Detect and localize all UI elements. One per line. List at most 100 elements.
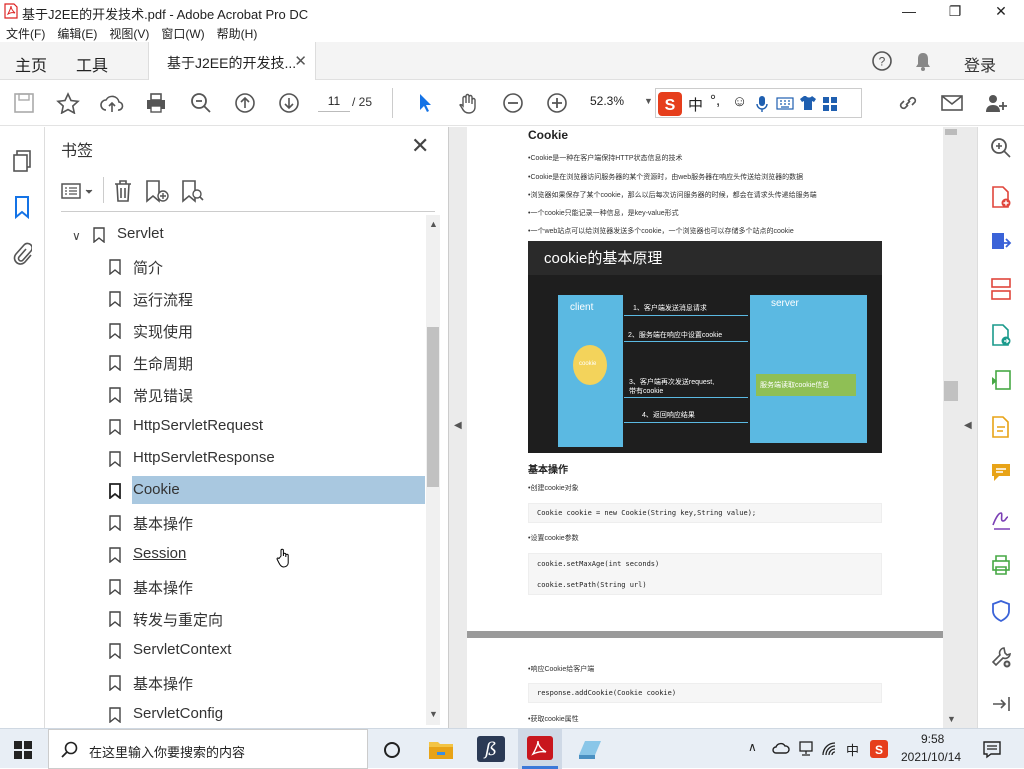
page-thumbnails-icon[interactable] — [11, 149, 33, 173]
menu-edit[interactable]: 编辑(E) — [51, 22, 103, 42]
menu-window[interactable]: 窗口(W) — [155, 22, 210, 42]
network-icon[interactable] — [798, 741, 814, 757]
close-window-button[interactable]: ✕ — [978, 0, 1024, 22]
scroll-up-icon[interactable] — [945, 129, 957, 135]
panel-splitter[interactable]: ◀ — [449, 127, 467, 728]
scrollbar-thumb[interactable] — [427, 327, 439, 487]
help-icon[interactable]: ? — [871, 50, 893, 72]
expand-tools-icon[interactable]: ◀ — [964, 420, 972, 431]
bookmarks-scrollbar[interactable]: ▲ ▼ — [426, 215, 440, 725]
print-production-icon[interactable] — [990, 553, 1012, 577]
bookmark-item[interactable]: 基本操作 — [109, 575, 429, 599]
scroll-down-icon[interactable]: ▼ — [947, 714, 956, 724]
add-user-icon[interactable] — [984, 92, 1008, 114]
bookmark-item[interactable]: ServletContext — [109, 639, 429, 663]
ime-toolbox-grid-icon[interactable] — [822, 96, 838, 112]
tray-expand-icon[interactable]: ∧ — [748, 740, 757, 754]
bookmark-item-hovered[interactable]: Session — [109, 543, 429, 567]
mail-icon[interactable] — [940, 92, 964, 114]
ime-emoji-icon[interactable]: ☺ — [732, 93, 747, 110]
tab-document[interactable]: 基于J2EE的开发技... ✕ — [148, 42, 316, 80]
notification-center-icon[interactable] — [982, 739, 1002, 759]
send-file-icon[interactable] — [990, 323, 1012, 347]
page-number-input[interactable]: 11 — [318, 94, 350, 112]
bookmark-item[interactable]: 转发与重定向 — [109, 607, 429, 631]
previous-page-icon[interactable] — [233, 92, 257, 114]
create-pdf-icon[interactable] — [990, 185, 1012, 209]
next-page-icon[interactable] — [277, 92, 301, 114]
collapse-right-panel-icon[interactable] — [990, 693, 1012, 715]
onedrive-cloud-icon[interactable] — [772, 741, 790, 755]
menu-help[interactable]: 帮助(H) — [211, 22, 264, 42]
document-scrollbar[interactable]: ▼ — [943, 127, 959, 728]
ime-microphone-icon[interactable] — [756, 95, 768, 113]
ime-punctuation-icon[interactable]: °, — [710, 92, 720, 109]
export-pdf-icon[interactable] — [990, 231, 1012, 255]
bookmark-item-selected[interactable]: Cookie — [109, 476, 429, 504]
clock-time[interactable]: 9:58 — [921, 732, 944, 746]
ime-chinese-mode[interactable]: 中 — [688, 94, 703, 115]
sogou-tray-icon[interactable]: S — [870, 740, 888, 758]
print-icon[interactable] — [144, 92, 168, 114]
close-panel-icon[interactable]: ✕ — [411, 133, 429, 159]
taskbar-search-box[interactable]: 在这里输入你要搜索的内容 — [48, 729, 368, 769]
bookmark-item[interactable]: 运行流程 — [109, 287, 429, 311]
eclipse-app-icon[interactable]: ß — [476, 735, 506, 763]
tab-home[interactable]: 主页 — [15, 52, 47, 76]
bookmark-item[interactable]: HttpServletResponse — [109, 447, 429, 471]
restore-button[interactable]: ❐ — [932, 0, 978, 22]
bookmark-item[interactable]: 基本操作 — [109, 511, 429, 535]
ime-mode-indicator[interactable]: 中 — [846, 740, 859, 759]
zoom-out-icon[interactable] — [501, 92, 525, 114]
collapse-chevron-icon[interactable]: ∨ — [72, 229, 81, 243]
right-splitter[interactable]: ◀ — [959, 127, 977, 728]
compress-pdf-icon[interactable] — [990, 369, 1012, 393]
bookmark-item-servlet[interactable]: Servlet — [93, 223, 413, 247]
zoom-dropdown-icon[interactable]: ▼ — [644, 96, 653, 106]
bookmark-item[interactable]: 简介 — [109, 255, 429, 279]
bookmark-item[interactable]: ServletConfig — [109, 703, 429, 727]
more-tools-icon[interactable] — [990, 645, 1012, 669]
tab-tools[interactable]: 工具 — [76, 52, 108, 76]
star-icon[interactable] — [56, 92, 80, 115]
edit-pdf-icon[interactable] — [990, 415, 1012, 439]
close-tab-icon[interactable]: ✕ — [294, 52, 307, 70]
new-bookmark-icon[interactable] — [144, 179, 170, 203]
bookmark-item[interactable]: HttpServletRequest — [109, 415, 429, 439]
menu-view[interactable]: 视图(V) — [103, 22, 155, 42]
windows-start-icon[interactable] — [14, 741, 32, 759]
protect-shield-icon[interactable] — [990, 599, 1012, 623]
app-taskbar-icon[interactable] — [576, 737, 604, 761]
scroll-down-icon[interactable]: ▼ — [429, 709, 438, 719]
bookmark-item[interactable]: 基本操作 — [109, 671, 429, 695]
login-button[interactable]: 登录 — [964, 52, 996, 76]
ime-toolbar[interactable]: S 中 °, ☺ — [655, 88, 862, 118]
save-icon[interactable] — [12, 92, 36, 114]
clock-date[interactable]: 2021/10/14 — [901, 750, 961, 764]
ime-keyboard-icon[interactable] — [776, 97, 794, 110]
acrobat-taskbar-button-active[interactable] — [518, 729, 562, 769]
menu-file[interactable]: 文件(F) — [0, 22, 51, 42]
bell-icon[interactable] — [913, 50, 933, 72]
attachments-icon[interactable] — [12, 241, 32, 265]
hand-tool-icon[interactable] — [457, 92, 481, 114]
collapse-panel-icon[interactable]: ◀ — [454, 420, 462, 431]
comment-icon[interactable] — [990, 461, 1012, 483]
select-cursor-icon[interactable] — [413, 92, 437, 114]
sign-icon[interactable] — [990, 507, 1012, 531]
zoom-out-magnifier-icon[interactable] — [189, 92, 213, 114]
find-bookmark-icon[interactable] — [180, 179, 206, 203]
ime-skin-shirt-icon[interactable] — [799, 95, 817, 111]
zoom-level-select[interactable]: 52.3% — [590, 94, 634, 112]
task-view-icon[interactable] — [383, 741, 401, 759]
organize-pages-icon[interactable] — [990, 277, 1012, 301]
scroll-up-icon[interactable]: ▲ — [429, 219, 438, 229]
bookmark-options-icon[interactable] — [61, 179, 95, 203]
link-icon[interactable] — [896, 92, 920, 114]
file-explorer-icon[interactable] — [428, 738, 454, 760]
bookmark-item[interactable]: 实现使用 — [109, 319, 429, 343]
search-zoom-icon[interactable] — [990, 137, 1012, 159]
upload-cloud-icon[interactable] — [100, 92, 124, 114]
zoom-in-icon[interactable] — [545, 92, 569, 114]
bookmarks-icon[interactable] — [13, 195, 31, 219]
